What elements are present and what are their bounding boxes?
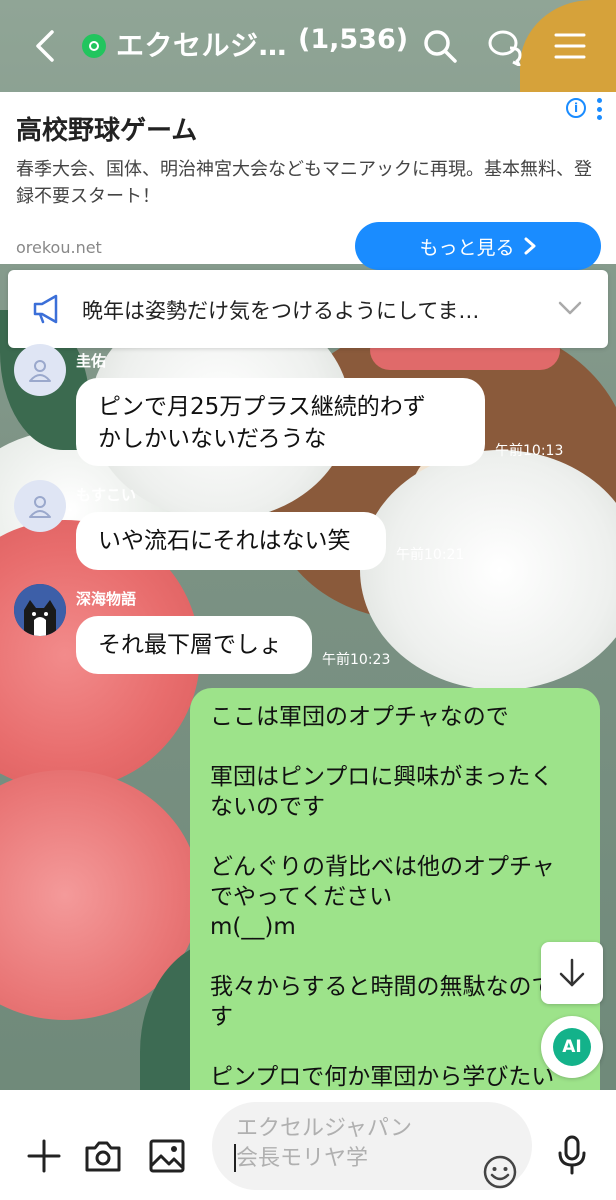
message-bubble[interactable]: ピンで月25万プラス継続的わず かしかいないだろうな — [76, 378, 485, 466]
message-time: 午前10:21 — [396, 547, 465, 563]
user-icon — [29, 360, 51, 382]
message-input-placeholder: エクセルジャパン 会長モリヤ学 — [236, 1116, 413, 1171]
sender-name[interactable]: もすこい — [76, 484, 136, 505]
message-input[interactable]: エクセルジャパン 会長モリヤ学 — [212, 1102, 532, 1190]
announcement-bar[interactable]: 晩年は姿勢だけ気をつけるようにしてま… — [8, 270, 608, 348]
user-icon — [29, 496, 51, 518]
ai-button[interactable]: AI — [541, 1016, 603, 1078]
ad-more-label: もっと見る — [419, 236, 515, 259]
openchat-badge-icon — [82, 34, 106, 58]
announcement-text: 晩年は姿勢だけ気をつけるようにしてま… — [82, 299, 480, 323]
plus-icon[interactable] — [26, 1138, 62, 1174]
avatar[interactable] — [14, 480, 66, 532]
ad-title[interactable]: 高校野球ゲーム — [16, 110, 197, 147]
cat-avatar-icon — [14, 584, 66, 636]
chevron-down-icon[interactable] — [558, 300, 582, 316]
chat-bubbles-icon[interactable] — [486, 26, 526, 66]
message-time: 午前10:23 — [322, 652, 391, 668]
sender-name[interactable]: 圭佑 — [76, 350, 106, 371]
avatar[interactable] — [14, 344, 66, 396]
my-message-bubble[interactable]: ここは軍団のオプチャなので 軍団はピンプロに興味がまったく ないのです どんぐり… — [190, 688, 600, 1108]
image-icon[interactable] — [148, 1138, 186, 1174]
chevron-right-icon — [524, 237, 535, 255]
sender-name[interactable]: 深海物語 — [76, 588, 136, 609]
emoji-icon[interactable] — [482, 1154, 518, 1190]
scroll-to-bottom-button[interactable] — [541, 942, 603, 1004]
chat-header: エクセルジ… (1,536) — [0, 0, 616, 92]
wallpaper-white-flower — [360, 450, 616, 690]
ai-label: AI — [553, 1028, 591, 1066]
arrow-down-icon — [559, 958, 585, 987]
ad-options-icon[interactable] — [597, 98, 603, 120]
member-count: (1,536) — [298, 24, 409, 55]
ad-domain: orekou.net — [16, 238, 102, 257]
search-icon[interactable] — [420, 26, 460, 66]
chat-title[interactable]: エクセルジ… — [116, 24, 287, 64]
ad-description: 春季大会、国体、明治神宮大会などもマニアックに再現。基本無料、登録不要スタート！ — [16, 159, 592, 207]
message-bubble[interactable]: それ最下層でしょ — [76, 616, 312, 674]
ad-banner[interactable]: 高校野球ゲーム 春季大会、国体、明治神宮大会などもマニアックに再現。基本無料、登… — [0, 92, 616, 270]
message-bubble[interactable]: いや流石にそれはない笑 — [76, 512, 386, 570]
ad-info-icon[interactable]: i — [566, 98, 586, 118]
back-arrow-icon[interactable] — [28, 28, 64, 64]
megaphone-icon — [33, 294, 58, 324]
message-input-bar: エクセルジャパン 会長モリヤ学 — [0, 1090, 616, 1200]
camera-icon[interactable] — [84, 1138, 122, 1174]
menu-icon[interactable] — [550, 26, 590, 66]
message-time: 午前10:13 — [495, 443, 564, 459]
avatar[interactable] — [14, 584, 66, 636]
my-message-text: ここは軍団のオプチャなので 軍団はピンプロに興味がまったく ないのです どんぐり… — [210, 704, 555, 1090]
microphone-icon[interactable] — [556, 1134, 588, 1176]
ad-more-button[interactable]: もっと見る — [355, 222, 601, 270]
